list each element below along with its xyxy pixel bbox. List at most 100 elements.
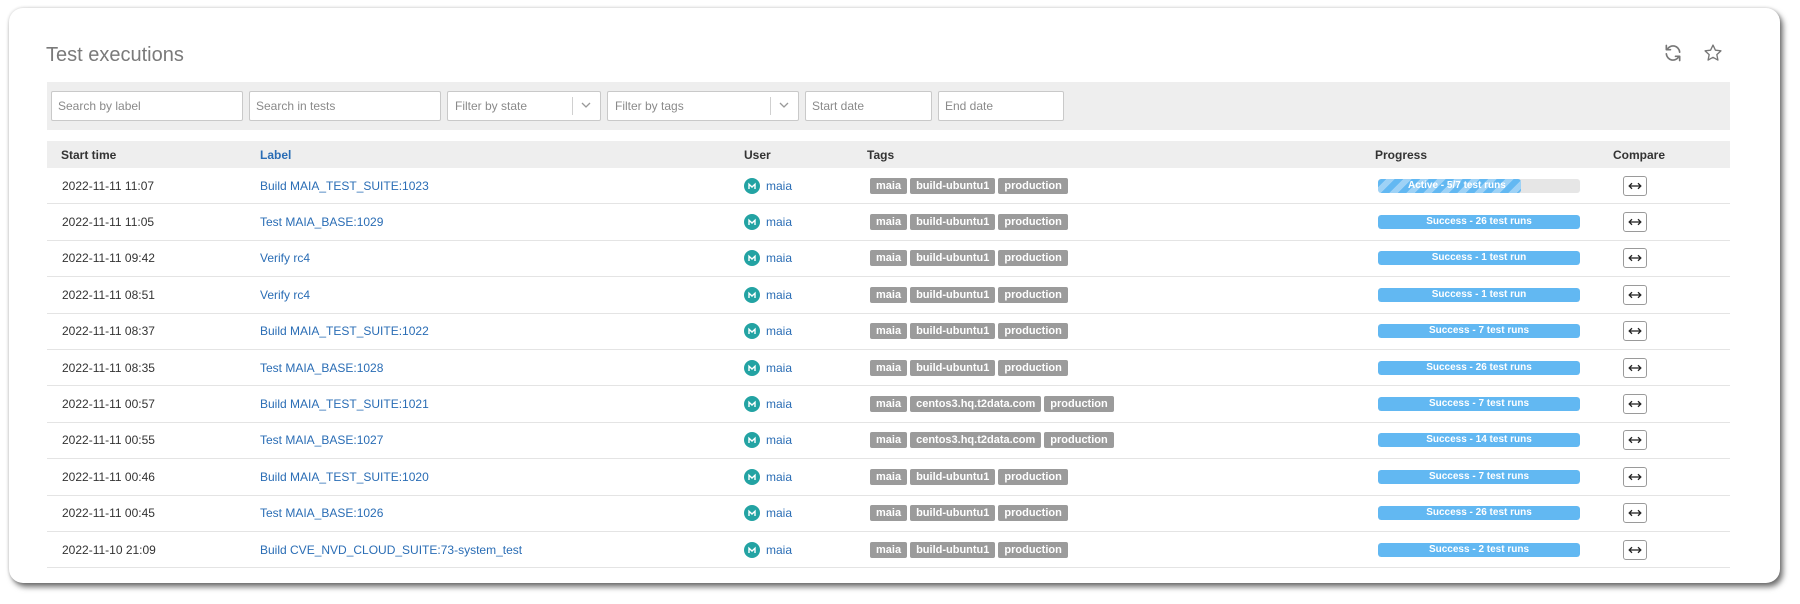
tag-badge[interactable]: build-ubuntu1	[910, 250, 996, 267]
table-row: 2022-11-11 11:05 Test MAIA_BASE:1029 mai…	[47, 204, 1730, 241]
tag-badge[interactable]: maia	[870, 286, 908, 303]
user-cell[interactable]: maia	[744, 250, 867, 267]
tag-badge[interactable]: maia	[870, 432, 908, 449]
user-avatar-icon	[744, 468, 760, 485]
tag-badge[interactable]: maia	[870, 323, 908, 340]
compare-button[interactable]	[1623, 321, 1647, 342]
user-cell[interactable]: maia	[744, 396, 867, 413]
compare-button[interactable]	[1623, 357, 1647, 378]
star-icon[interactable]	[1700, 40, 1726, 66]
tag-badge[interactable]: maia	[870, 396, 908, 413]
user-cell[interactable]: maia	[744, 214, 867, 231]
execution-label-link[interactable]: Build MAIA_TEST_SUITE:1023	[260, 179, 744, 193]
user-name-link[interactable]: maia	[766, 361, 792, 375]
tag-badge[interactable]: build-ubuntu1	[910, 541, 996, 558]
tag-badge[interactable]: maia	[870, 359, 908, 376]
user-name-link[interactable]: maia	[766, 543, 792, 557]
tag-badge[interactable]: production	[998, 505, 1068, 522]
user-cell[interactable]: maia	[744, 505, 867, 522]
tag-badge[interactable]: centos3.hq.t2data.com	[910, 396, 1042, 413]
page-title: Test executions	[46, 44, 184, 66]
progress-text: Active - 5/7 test runs	[1408, 179, 1506, 191]
tag-badge[interactable]: build-ubuntu1	[910, 468, 996, 485]
tag-badge[interactable]: build-ubuntu1	[910, 323, 996, 340]
tag-badge[interactable]: build-ubuntu1	[910, 214, 996, 231]
execution-label-link[interactable]: Build MAIA_TEST_SUITE:1021	[260, 397, 744, 411]
progress-text: Success - 1 test run	[1431, 252, 1527, 264]
tag-badge[interactable]: build-ubuntu1	[910, 177, 996, 194]
compare-button[interactable]	[1623, 430, 1647, 451]
user-cell[interactable]: maia	[744, 468, 867, 485]
tag-badge[interactable]: maia	[870, 505, 908, 522]
col-header-label[interactable]: Label	[260, 148, 744, 162]
execution-label-link[interactable]: Build MAIA_TEST_SUITE:1022	[260, 324, 744, 338]
compare-button[interactable]	[1623, 284, 1647, 305]
tag-badge[interactable]: production	[998, 286, 1068, 303]
tag-badge[interactable]: build-ubuntu1	[910, 505, 996, 522]
tag-badge[interactable]: maia	[870, 250, 908, 267]
tag-badge[interactable]: production	[998, 177, 1068, 194]
tag-badge[interactable]: production	[998, 323, 1068, 340]
start-time-cell: 2022-11-11 11:07	[62, 178, 155, 193]
compare-button[interactable]	[1623, 466, 1647, 487]
user-name-link[interactable]: maia	[766, 215, 792, 229]
tag-badge[interactable]: production	[998, 468, 1068, 485]
tag-badge[interactable]: build-ubuntu1	[910, 359, 996, 376]
user-name-link[interactable]: maia	[766, 470, 792, 484]
compare-button[interactable]	[1623, 212, 1647, 233]
execution-label-link[interactable]: Build CVE_NVD_CLOUD_SUITE:73-system_test	[260, 543, 744, 557]
state-filter-select[interactable]: Filter by state	[447, 91, 601, 121]
tag-badge[interactable]: maia	[870, 468, 908, 485]
user-name-link[interactable]: maia	[766, 397, 792, 411]
tag-badge[interactable]: production	[998, 214, 1068, 231]
search-label-input[interactable]	[51, 91, 243, 121]
tag-badge[interactable]: production	[1044, 432, 1114, 449]
progress-cell: Success - 1 test run	[1375, 251, 1613, 266]
user-cell[interactable]: maia	[744, 323, 867, 340]
user-name-link[interactable]: maia	[766, 506, 792, 520]
tag-badge[interactable]: production	[998, 541, 1068, 558]
user-name-link[interactable]: maia	[766, 179, 792, 193]
tags-filter-placeholder: Filter by tags	[615, 99, 684, 113]
compare-button[interactable]	[1623, 394, 1647, 415]
execution-label-link[interactable]: Test MAIA_BASE:1027	[260, 433, 744, 447]
execution-label-link[interactable]: Test MAIA_BASE:1026	[260, 506, 744, 520]
user-name-link[interactable]: maia	[766, 324, 792, 338]
start-date-input[interactable]	[805, 91, 932, 121]
progress-bar: Success - 26 test runs	[1378, 360, 1580, 375]
tag-badge[interactable]: production	[1044, 396, 1114, 413]
tags-filter-select[interactable]: Filter by tags	[607, 91, 799, 121]
execution-label-link[interactable]: Test MAIA_BASE:1029	[260, 215, 744, 229]
search-tests-input[interactable]	[249, 91, 441, 121]
tag-badge[interactable]: build-ubuntu1	[910, 286, 996, 303]
tags-cell: maia centos3.hq.t2data.com production	[867, 432, 1375, 449]
user-name-link[interactable]: maia	[766, 288, 792, 302]
tag-badge[interactable]: maia	[870, 541, 908, 558]
user-name-link[interactable]: maia	[766, 433, 792, 447]
tag-badge[interactable]: centos3.hq.t2data.com	[910, 432, 1042, 449]
execution-label-link[interactable]: Verify rc4	[260, 251, 744, 265]
tag-badge[interactable]: production	[998, 250, 1068, 267]
execution-label-link[interactable]: Test MAIA_BASE:1028	[260, 361, 744, 375]
user-cell[interactable]: maia	[744, 541, 867, 558]
user-cell[interactable]: maia	[744, 286, 867, 303]
table-row: 2022-11-11 00:57 Build MAIA_TEST_SUITE:1…	[47, 386, 1730, 423]
compare-button[interactable]	[1623, 248, 1647, 269]
execution-label-link[interactable]: Build MAIA_TEST_SUITE:1020	[260, 470, 744, 484]
refresh-icon[interactable]	[1660, 40, 1686, 66]
progress-bar: Success - 1 test run	[1378, 251, 1580, 266]
execution-label-link[interactable]: Verify rc4	[260, 288, 744, 302]
user-cell[interactable]: maia	[744, 432, 867, 449]
end-date-input[interactable]	[938, 91, 1064, 121]
tag-badge[interactable]: maia	[870, 214, 908, 231]
tag-badge[interactable]: production	[998, 359, 1068, 376]
user-cell[interactable]: maia	[744, 177, 867, 194]
compare-button[interactable]	[1623, 539, 1647, 560]
col-header-user[interactable]: User	[744, 148, 867, 162]
tag-badge[interactable]: maia	[870, 177, 908, 194]
compare-button[interactable]	[1623, 175, 1647, 196]
compare-button[interactable]	[1623, 503, 1647, 524]
col-header-start-time[interactable]: Start time	[47, 148, 260, 162]
user-cell[interactable]: maia	[744, 359, 867, 376]
user-name-link[interactable]: maia	[766, 251, 792, 265]
